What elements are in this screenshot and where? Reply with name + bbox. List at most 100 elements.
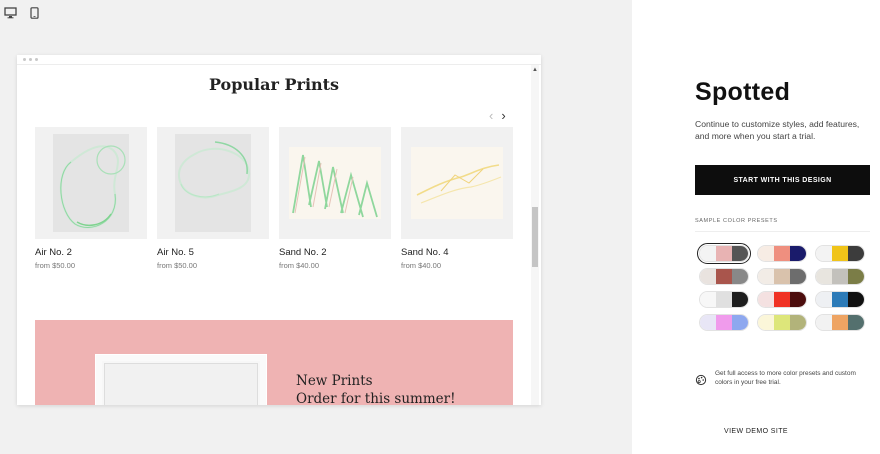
product-price: from $40.00	[279, 261, 320, 270]
product-name[interactable]: Air No. 2	[35, 247, 147, 258]
swatch-color	[816, 269, 832, 284]
color-preset-swatch[interactable]	[815, 314, 865, 331]
desktop-icon[interactable]	[4, 6, 18, 20]
product-image[interactable]	[35, 127, 147, 239]
color-preset-swatch[interactable]	[697, 243, 751, 264]
air-print-art	[53, 134, 129, 232]
color-preset-swatch[interactable]	[757, 245, 807, 262]
preview-stage: Popular Prints ‹ › Air No. 2 from $50.00…	[0, 0, 632, 454]
product-image[interactable]	[157, 127, 269, 239]
color-preset-swatch[interactable]	[699, 314, 749, 331]
swatch-color	[732, 269, 748, 284]
swatch-color	[700, 292, 716, 307]
presets-label: SAMPLE COLOR PRESETS	[695, 218, 778, 224]
swatch-color	[848, 269, 864, 284]
swatch-color	[732, 315, 748, 330]
swatch-color	[816, 315, 832, 330]
product-name[interactable]: Sand No. 4	[401, 247, 513, 258]
swatch-color	[832, 315, 848, 330]
product-card[interactable]: Sand No. 2 from $40.00	[279, 127, 391, 270]
preview-scrollbar[interactable]: ▲	[531, 65, 539, 405]
swatch-color	[716, 292, 732, 307]
site-content: Popular Prints ‹ › Air No. 2 from $50.00…	[17, 65, 531, 405]
swatch-color	[790, 246, 806, 261]
color-preset-swatch[interactable]	[815, 245, 865, 262]
device-switcher	[4, 6, 44, 20]
swatch-color	[832, 269, 848, 284]
promo-frame-image	[95, 354, 267, 405]
swatch-color	[758, 315, 774, 330]
swatch-color	[848, 292, 864, 307]
color-preset-grid	[697, 243, 865, 331]
color-preset-swatch[interactable]	[699, 291, 749, 308]
window-dots	[23, 58, 38, 61]
sand-print-art	[289, 147, 381, 219]
product-image[interactable]	[279, 127, 391, 239]
color-preset-swatch[interactable]	[757, 291, 807, 308]
product-price: from $40.00	[401, 261, 442, 270]
chevron-right-icon[interactable]: ›	[501, 108, 505, 123]
product-card[interactable]: Air No. 2 from $50.00	[35, 127, 147, 270]
template-description: Continue to customize styles, add featur…	[695, 119, 860, 141]
swatch-color	[716, 269, 732, 284]
swatch-color	[732, 246, 748, 261]
product-price: from $50.00	[157, 261, 198, 270]
product-name[interactable]: Air No. 5	[157, 247, 269, 258]
swatch-color	[832, 246, 848, 261]
product-card[interactable]: Air No. 5 from $50.00	[157, 127, 269, 270]
carousel-nav: ‹ ›	[489, 108, 506, 123]
color-preset-swatch[interactable]	[815, 291, 865, 308]
swatch-color	[700, 246, 716, 261]
swatch-color	[832, 292, 848, 307]
air-print-art	[175, 134, 251, 232]
scrollbar-thumb[interactable]	[532, 207, 538, 267]
template-name: Spotted	[695, 78, 791, 106]
swatch-color	[700, 315, 716, 330]
promo-line-1: New Prints	[296, 373, 373, 389]
view-demo-site-link[interactable]: VIEW DEMO SITE	[632, 428, 880, 435]
upsell-note: Get full access to more color presets an…	[695, 369, 873, 387]
sand-print-art	[411, 147, 503, 219]
color-preset-swatch[interactable]	[699, 268, 749, 285]
swatch-color	[848, 246, 864, 261]
divider	[695, 231, 870, 232]
site-preview-window: Popular Prints ‹ › Air No. 2 from $50.00…	[17, 55, 541, 405]
product-name[interactable]: Sand No. 2	[279, 247, 391, 258]
swatch-color	[732, 292, 748, 307]
section-title: Popular Prints	[208, 75, 340, 94]
scroll-up-icon[interactable]: ▲	[532, 67, 538, 73]
promo-title: New Prints Order for this summer!	[296, 372, 456, 405]
swatch-color	[790, 315, 806, 330]
swatch-color	[700, 269, 716, 284]
color-preset-swatch[interactable]	[757, 314, 807, 331]
swatch-color	[774, 315, 790, 330]
product-price: from $50.00	[35, 261, 76, 270]
product-carousel: Air No. 2 from $50.00 Air No. 5 from $50…	[35, 127, 513, 270]
swatch-color	[816, 292, 832, 307]
color-preset-swatch[interactable]	[815, 268, 865, 285]
product-image[interactable]	[401, 127, 513, 239]
swatch-color	[716, 315, 732, 330]
swatch-color	[774, 292, 790, 307]
browser-bar	[17, 55, 541, 65]
swatch-color	[774, 246, 790, 261]
swatch-color	[790, 292, 806, 307]
mobile-icon[interactable]	[30, 6, 44, 20]
upsell-text: Get full access to more color presets an…	[715, 370, 856, 386]
palette-icon	[695, 373, 707, 386]
swatch-color	[758, 246, 774, 261]
color-preset-swatch[interactable]	[757, 268, 807, 285]
product-card[interactable]: Sand No. 4 from $40.00	[401, 127, 513, 270]
swatch-color	[816, 246, 832, 261]
swatch-color	[774, 269, 790, 284]
chevron-left-icon[interactable]: ‹	[489, 108, 493, 123]
promo-banner: New Prints Order for this summer!	[35, 320, 513, 405]
start-with-design-button[interactable]: START WITH THIS DESIGN	[695, 165, 870, 195]
swatch-color	[790, 269, 806, 284]
swatch-color	[848, 315, 864, 330]
swatch-color	[758, 292, 774, 307]
promo-line-2: Order for this summer!	[296, 391, 456, 405]
template-info-panel: Spotted Continue to customize styles, ad…	[632, 0, 880, 454]
swatch-color	[716, 246, 732, 261]
swatch-color	[758, 269, 774, 284]
